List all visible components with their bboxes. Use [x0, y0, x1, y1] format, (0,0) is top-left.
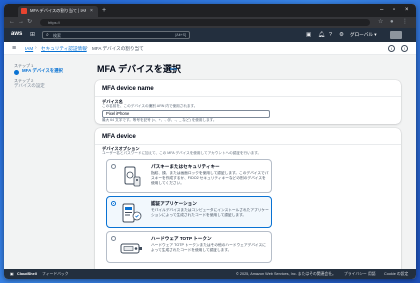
hardware-totp-radio[interactable]: [111, 236, 116, 241]
option-authenticator-app-tile[interactable]: 認証アプリケーション モバイルデバイスまたはコンピュータにインストールされたアプ…: [106, 196, 272, 228]
tab-title: MFA デバイスの割り当て | IAM | Gl...: [30, 8, 86, 13]
cloudshell-icon[interactable]: ▣: [10, 269, 14, 279]
reload-icon[interactable]: ↻: [27, 18, 32, 27]
feedback-link[interactable]: フィードバック: [42, 269, 69, 279]
option-description: 指紋、顔、または画面ロックを使用して認証します。このデバイスでパスキーを作成する…: [151, 171, 269, 185]
info-panel-icon[interactable]: i: [388, 45, 395, 52]
mfa-device-card: MFA device デバイスオプション ユーザー名とパスワードに加えて、この …: [95, 128, 401, 269]
notifications-icon[interactable]: 🔔︎: [318, 31, 325, 39]
star-icon[interactable]: ☆: [378, 18, 383, 27]
minimize-icon[interactable]: –: [380, 5, 383, 15]
page-title: MFA デバイスを選択: [97, 64, 181, 74]
alert-panel-icon[interactable]: !: [401, 45, 408, 52]
cloudshell-link[interactable]: CloudShell: [17, 269, 37, 279]
browser-window: MFA デバイスの割り当て | IAM | Gl... × + – ▫ × ← …: [4, 4, 416, 279]
cookie-settings-link[interactable]: Cookie の設定: [384, 269, 408, 279]
browser-toolbar: ← → ↻ https:// ☆ ● ⋮: [4, 17, 416, 28]
settings-icon[interactable]: ⚙: [339, 31, 344, 39]
main-content: ステップ 1 MFA デバイスを選択 ステップ 2 デバイスの設定 MFA デバ…: [4, 55, 416, 269]
help-icon[interactable]: ?: [329, 31, 332, 39]
services-grid-icon[interactable]: ⊞: [30, 31, 35, 39]
passkey-icon: [124, 166, 141, 187]
aws-favicon-icon: [21, 8, 27, 14]
copyright: © 2025, Amazon Web Services, Inc. またはその関…: [236, 272, 336, 276]
region-selector[interactable]: グローバル ▾: [350, 31, 377, 39]
back-icon[interactable]: ←: [9, 18, 15, 27]
browser-menu-icon[interactable]: ⋮: [402, 18, 408, 27]
search-shortcut: [Alt+S]: [175, 33, 186, 37]
hamburger-menu-icon[interactable]: ≡: [12, 43, 16, 54]
privacy-link[interactable]: プライバシー: [344, 269, 367, 279]
info-link[interactable]: Info: [170, 66, 177, 72]
passkey-radio[interactable]: [111, 164, 116, 169]
option-title: パスキーまたはセキュリティキー: [151, 164, 220, 169]
search-icon: ⌕: [46, 32, 49, 38]
step-active-icon: [14, 70, 19, 75]
breadcrumb-security-credentials[interactable]: セキュリティ認証情報: [41, 43, 87, 54]
option-title: ハードウェア TOTP トークン: [151, 236, 212, 241]
terms-link[interactable]: 用語: [368, 269, 376, 279]
device-name-input[interactable]: Pixel iPhone: [102, 110, 270, 118]
breadcrumb-iam[interactable]: IAM: [25, 43, 33, 54]
address-text: https://: [48, 20, 61, 25]
wizard-step-2: ステップ 2 デバイスの設定: [14, 78, 45, 88]
hardware-token-icon: [120, 243, 142, 254]
search-placeholder: 検索: [53, 33, 61, 38]
forward-icon[interactable]: →: [18, 18, 24, 27]
divider: [95, 144, 401, 145]
option-description: ハードウェア TOTP トークンまたはその他のハードウェアデバイスによって生成さ…: [151, 243, 266, 252]
step-label: MFA デバイスを選択: [22, 68, 63, 73]
browser-tab-strip: MFA デバイスの割り当て | IAM | Gl... × + – ▫ ×: [4, 4, 416, 17]
aws-logo[interactable]: aws: [11, 31, 22, 38]
option-title: 認証アプリケーション: [151, 201, 197, 206]
browser-tab[interactable]: MFA デバイスの割り当て | IAM | Gl... ×: [18, 6, 98, 17]
account-menu[interactable]: [390, 31, 402, 39]
aws-console-nav: aws ⊞ ⌕ 検索 [Alt+S] ▣ 🔔︎ ? ⚙ グローバル ▾: [4, 28, 416, 42]
step-label: デバイスの設定: [14, 83, 45, 88]
breadcrumb-separator: ›: [35, 45, 37, 51]
field-hint: 最大 64 文字です。等号を記号 (=、+、., ＠、-、_ など) を使用しま…: [102, 118, 217, 122]
wizard-step-1[interactable]: ステップ 1 MFA デバイスを選択: [14, 63, 63, 75]
authenticator-app-icon: [122, 203, 142, 223]
breadcrumb: ≡ IAM › セキュリティ認証情報 › MFA デバイスの割り当て i !: [4, 42, 416, 55]
maximize-icon[interactable]: ▫: [393, 5, 395, 15]
console-search-input[interactable]: ⌕ 検索 [Alt+S]: [42, 31, 190, 39]
device-name-card: MFA device name デバイス名 この名前を、このデバイスの識別 AR…: [95, 80, 401, 124]
console-footer: ▣ CloudShell フィードバック © 2025, Amazon Web …: [4, 269, 416, 279]
breadcrumb-separator: ›: [86, 45, 88, 51]
option-description: モバイルデバイスまたはコンピュータにインストールされたアプリケーションによって生…: [151, 208, 269, 217]
tab-close-icon[interactable]: ×: [90, 7, 93, 15]
card-title: MFA device: [102, 133, 136, 140]
new-tab-button[interactable]: +: [102, 6, 106, 15]
address-bar[interactable]: https://: [40, 19, 370, 26]
card-title: MFA device name: [102, 85, 154, 92]
divider: [95, 96, 401, 97]
breadcrumb-current: MFA デバイスの割り当て: [92, 46, 144, 51]
close-window-icon[interactable]: ×: [405, 5, 409, 15]
cloudshell-nav-icon[interactable]: ▣: [306, 31, 311, 39]
device-name-value: Pixel iPhone: [106, 111, 130, 116]
option-passkey-tile[interactable]: パスキーまたはセキュリティキー 指紋、顔、または画面ロックを使用して認証します。…: [106, 159, 272, 193]
authenticator-app-radio[interactable]: [111, 201, 116, 206]
option-hardware-totp-tile[interactable]: ハードウェア TOTP トークン ハードウェア TOTP トークンまたはその他の…: [106, 231, 272, 263]
field-description: この名前を、このデバイスの識別 ARN 内で使用されます。: [102, 104, 198, 108]
options-description: ユーザー名とパスワードに加えて、この MFA デバイスを使用してアカウントへの認…: [102, 151, 262, 155]
profile-icon[interactable]: ●: [390, 18, 394, 27]
